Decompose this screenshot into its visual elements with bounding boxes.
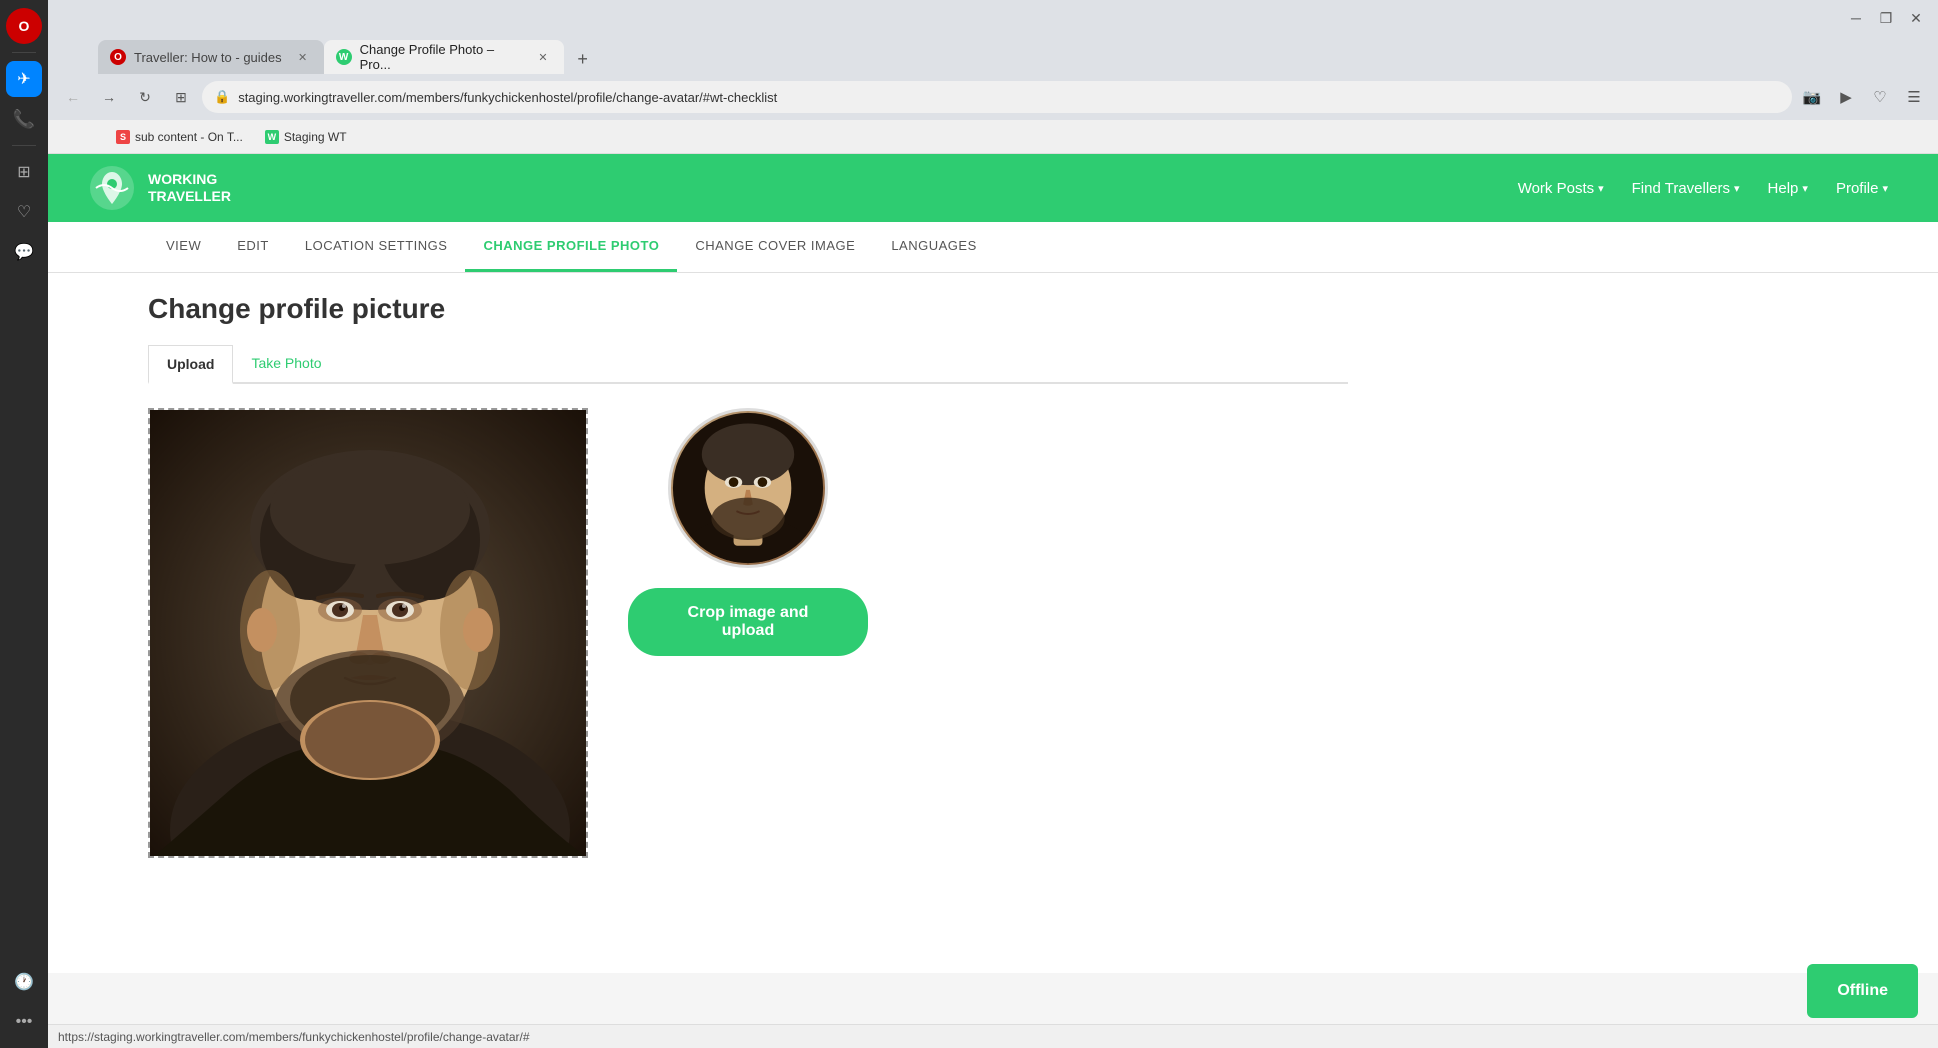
tab-bar: O Traveller: How to - guides ✕ W Change … [48, 36, 1938, 74]
sidebar-separator-2 [12, 145, 36, 146]
dashboard-icon[interactable]: ⊞ [6, 154, 42, 190]
logo-text: WORKING TRAVELLER [148, 171, 231, 205]
preview-area: Crop image and upload [628, 408, 868, 656]
take-photo-tab[interactable]: Take Photo [233, 345, 339, 382]
nav-work-posts[interactable]: Work Posts ▾ [1508, 172, 1614, 205]
tab-1-title: Traveller: How to - guides [134, 50, 282, 65]
bookmark-1-favicon: S [116, 130, 130, 144]
sidebar-separator-1 [12, 52, 36, 53]
subnav-languages[interactable]: LANGUAGES [873, 222, 994, 272]
site-header: WORKING TRAVELLER Work Posts ▾ Find Trav… [48, 154, 1938, 222]
reader-icon[interactable]: ▶ [1832, 83, 1860, 111]
photo-tabs: Upload Take Photo [148, 345, 1348, 384]
status-url: https://staging.workingtraveller.com/mem… [58, 1030, 530, 1044]
restore-button[interactable]: ❐ [1874, 6, 1898, 30]
page-wrapper: ─ ❐ ✕ O Traveller: How to - guides ✕ W C… [48, 0, 1938, 973]
subnav-location-settings[interactable]: LOCATION SETTINGS [287, 222, 466, 272]
history-icon[interactable]: 🕐 [6, 964, 42, 1000]
site-nav: Work Posts ▾ Find Travellers ▾ Help ▾ Pr… [1508, 172, 1898, 205]
menu-icon[interactable]: ☰ [1900, 83, 1928, 111]
opera-logo-icon[interactable]: O [6, 8, 42, 44]
profile-chevron: ▾ [1882, 182, 1888, 195]
ssl-lock-icon: 🔒 [214, 89, 230, 105]
minimize-button[interactable]: ─ [1844, 6, 1868, 30]
forward-button[interactable]: → [94, 82, 124, 112]
subnav-edit[interactable]: EDIT [219, 222, 287, 272]
nav-find-travellers[interactable]: Find Travellers ▾ [1622, 172, 1750, 205]
url-bar[interactable]: 🔒 staging.workingtraveller.com/members/f… [202, 81, 1792, 113]
tab-2-title: Change Profile Photo – Pro... [360, 42, 523, 72]
opera-sidebar: O ✈ 📞 ⊞ ♡ 💬 🕐 ••• [0, 0, 48, 1048]
subnav-change-cover-image[interactable]: CHANGE COVER IMAGE [677, 222, 873, 272]
bookmark-icon[interactable]: ♡ [1866, 83, 1894, 111]
new-tab-button[interactable]: + [568, 44, 598, 74]
heart-icon[interactable]: ♡ [6, 194, 42, 230]
tab-1-favicon: O [110, 49, 126, 65]
tab-1-close[interactable]: ✕ [294, 48, 312, 66]
image-upload-area: Crop image and upload [148, 408, 1838, 858]
more-icon[interactable]: ••• [6, 1004, 42, 1040]
tab-2-favicon: W [336, 49, 352, 65]
whatsapp-icon[interactable]: 📞 [6, 101, 42, 137]
tab-2-close[interactable]: ✕ [534, 48, 551, 66]
close-button[interactable]: ✕ [1904, 6, 1928, 30]
tab-grid-button[interactable]: ⊞ [166, 82, 196, 112]
page-title: Change profile picture [148, 293, 1838, 325]
browser-chrome: ─ ❐ ✕ O Traveller: How to - guides ✕ W C… [48, 0, 1938, 154]
nav-profile[interactable]: Profile ▾ [1826, 172, 1898, 205]
upload-tab[interactable]: Upload [148, 345, 233, 384]
bookmark-2-favicon: W [265, 130, 279, 144]
tab-1[interactable]: O Traveller: How to - guides ✕ [98, 40, 324, 74]
offline-widget[interactable]: Offline [1807, 964, 1918, 1018]
help-chevron: ▾ [1802, 182, 1808, 195]
subnav-view[interactable]: VIEW [148, 222, 219, 272]
url-text: staging.workingtraveller.com/members/fun… [238, 90, 1780, 105]
logo-svg [88, 164, 136, 212]
reload-button[interactable]: ↻ [130, 82, 160, 112]
camera-icon[interactable]: 📷 [1798, 83, 1826, 111]
back-button[interactable]: ← [58, 82, 88, 112]
bookmark-1-label: sub content - On T... [135, 130, 243, 144]
title-bar: ─ ❐ ✕ [48, 0, 1938, 36]
tab-2[interactable]: W Change Profile Photo – Pro... ✕ [324, 40, 564, 74]
subnav-change-profile-photo[interactable]: CHANGE PROFILE PHOTO [465, 222, 677, 272]
window-controls: ─ ❐ ✕ [1844, 6, 1928, 30]
bookmark-2[interactable]: W Staging WT [257, 127, 355, 147]
work-posts-chevron: ▾ [1598, 182, 1604, 195]
main-image [150, 410, 586, 856]
avatar-svg [671, 408, 825, 568]
bookmark-2-label: Staging WT [284, 130, 347, 144]
main-image-container [148, 408, 588, 858]
sub-nav: VIEW EDIT LOCATION SETTINGS CHANGE PROFI… [48, 222, 1938, 273]
status-bar: https://staging.workingtraveller.com/mem… [48, 1024, 1938, 1048]
page-content: Change profile picture Upload Take Photo [48, 273, 1938, 973]
nav-help[interactable]: Help ▾ [1758, 172, 1818, 205]
find-travellers-chevron: ▾ [1734, 182, 1740, 195]
portrait-svg [150, 410, 586, 856]
toolbar-icons: 📷 ▶ ♡ ☰ [1798, 83, 1928, 111]
avatar-preview [668, 408, 828, 568]
bookmarks-bar: S sub content - On T... W Staging WT [48, 120, 1938, 154]
bookmark-1[interactable]: S sub content - On T... [108, 127, 251, 147]
address-bar: ← → ↻ ⊞ 🔒 staging.workingtraveller.com/m… [48, 74, 1938, 120]
logo-area[interactable]: WORKING TRAVELLER [88, 164, 231, 212]
chat-icon[interactable]: 💬 [6, 234, 42, 270]
crop-image-button[interactable]: Crop image and upload [628, 588, 868, 656]
messenger-icon[interactable]: ✈ [6, 61, 42, 97]
